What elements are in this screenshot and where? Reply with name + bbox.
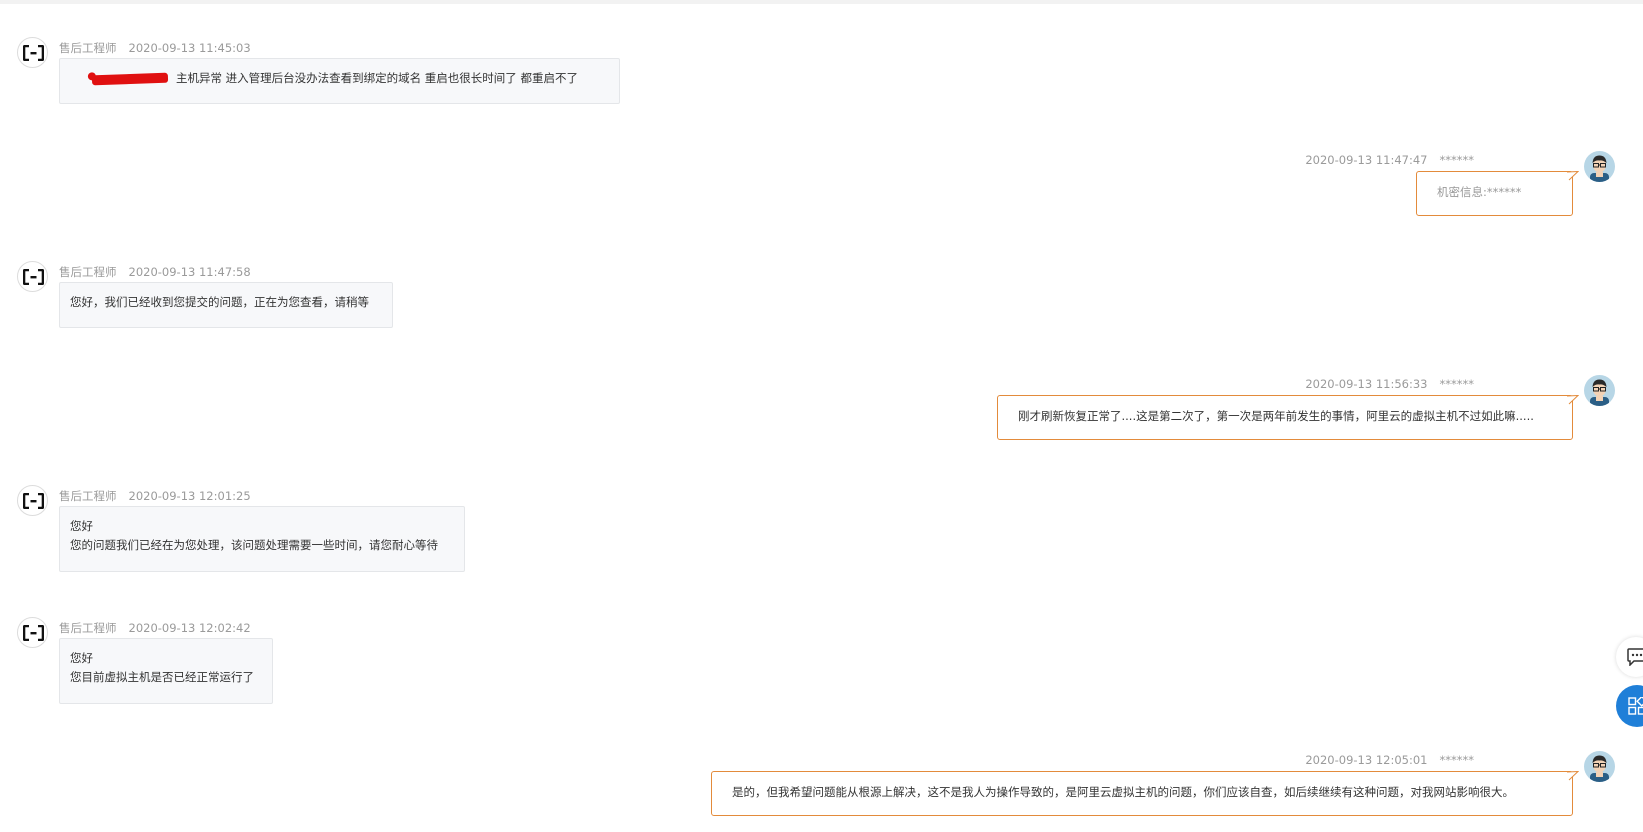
message-bubble: 是的，但我希望问题能从根源上解决，这不是我人为操作导致的，是阿里云虚拟主机的问题… <box>711 771 1579 816</box>
message-timestamp: 2020-09-13 11:56:33 <box>1305 377 1428 391</box>
message-text: 刚才刷新恢复正常了....这是第二次了，第一次是两年前发生的事情，阿里云的虚拟主… <box>1018 409 1534 423</box>
message-text-line: 您的问题我们已经在为您处理，该问题处理需要一些时间，请您耐心等待 <box>70 538 438 552</box>
user-avatar <box>1584 151 1615 182</box>
message-meta: 2020-09-13 12:05:01 ****** <box>1305 753 1474 767</box>
top-divider <box>0 0 1643 4</box>
message-bubble: 刚才刷新恢复正常了....这是第二次了，第一次是两年前发生的事情，阿里云的虚拟主… <box>997 395 1579 440</box>
message-meta: 2020-09-13 11:56:33 ****** <box>1305 377 1474 391</box>
aliyun-logo-icon <box>17 485 48 516</box>
message-meta: 售后工程师 2020-09-13 12:01:25 <box>59 488 251 504</box>
message-meta: 2020-09-13 11:47:47 ****** <box>1305 153 1474 167</box>
user-name: ****** <box>1439 753 1475 767</box>
user-avatar <box>1584 375 1615 406</box>
message-bubble: 您好，我们已经收到您提交的问题，正在为您查看，请稍等 <box>59 282 393 328</box>
chat-float-button[interactable] <box>1616 637 1643 677</box>
sender-name: 售后工程师 <box>59 489 117 503</box>
message-timestamp: 2020-09-13 11:47:47 <box>1305 153 1428 167</box>
message-timestamp: 2020-09-13 12:02:42 <box>128 621 251 635</box>
message-timestamp: 2020-09-13 11:45:03 <box>128 41 251 55</box>
sender-name: 售后工程师 <box>59 41 117 55</box>
sender-name: 售后工程师 <box>59 621 117 635</box>
message-text-line: 您目前虚拟主机是否已经正常运行了 <box>70 670 254 684</box>
message-bubble: 您好 您目前虚拟主机是否已经正常运行了 <box>59 638 273 704</box>
message-meta: 售后工程师 2020-09-13 11:45:03 <box>59 40 251 56</box>
message-meta: 售后工程师 2020-09-13 12:02:42 <box>59 620 251 636</box>
message-text: 您好，我们已经收到您提交的问题，正在为您查看，请稍等 <box>70 295 369 309</box>
apps-float-button[interactable] <box>1616 685 1643 727</box>
bubble-tail <box>1567 171 1579 181</box>
aliyun-logo-icon <box>17 617 48 648</box>
aliyun-logo-icon <box>17 261 48 292</box>
aliyun-logo-icon <box>17 37 48 68</box>
redaction-mark <box>91 72 169 85</box>
bubble-tail <box>1567 395 1579 405</box>
user-name: ****** <box>1439 153 1475 167</box>
message-text: 机密信息:****** <box>1437 185 1522 199</box>
message-text-line: 您好 <box>70 651 93 665</box>
chat-bubble-icon <box>1627 648 1643 666</box>
message-meta: 售后工程师 2020-09-13 11:47:58 <box>59 264 251 280</box>
message-timestamp: 2020-09-13 11:47:58 <box>128 265 251 279</box>
message-text-line: 您好 <box>70 519 93 533</box>
message-text: 是的，但我希望问题能从根源上解决，这不是我人为操作导致的，是阿里云虚拟主机的问题… <box>732 785 1514 799</box>
user-name: ****** <box>1439 377 1475 391</box>
apps-grid-icon <box>1628 697 1643 715</box>
message-timestamp: 2020-09-13 12:01:25 <box>128 489 251 503</box>
sender-name: 售后工程师 <box>59 265 117 279</box>
message-text: 主机异常 进入管理后台没办法查看到绑定的域名 重启也很长时间了 都重启不了 <box>176 71 578 85</box>
bubble-tail <box>1567 771 1579 781</box>
message-bubble: 机密信息:****** <box>1416 171 1579 216</box>
message-bubble: 主机异常 进入管理后台没办法查看到绑定的域名 重启也很长时间了 都重启不了 <box>59 58 620 104</box>
user-avatar <box>1584 751 1615 782</box>
message-timestamp: 2020-09-13 12:05:01 <box>1305 753 1428 767</box>
message-bubble: 您好 您的问题我们已经在为您处理，该问题处理需要一些时间，请您耐心等待 <box>59 506 465 572</box>
